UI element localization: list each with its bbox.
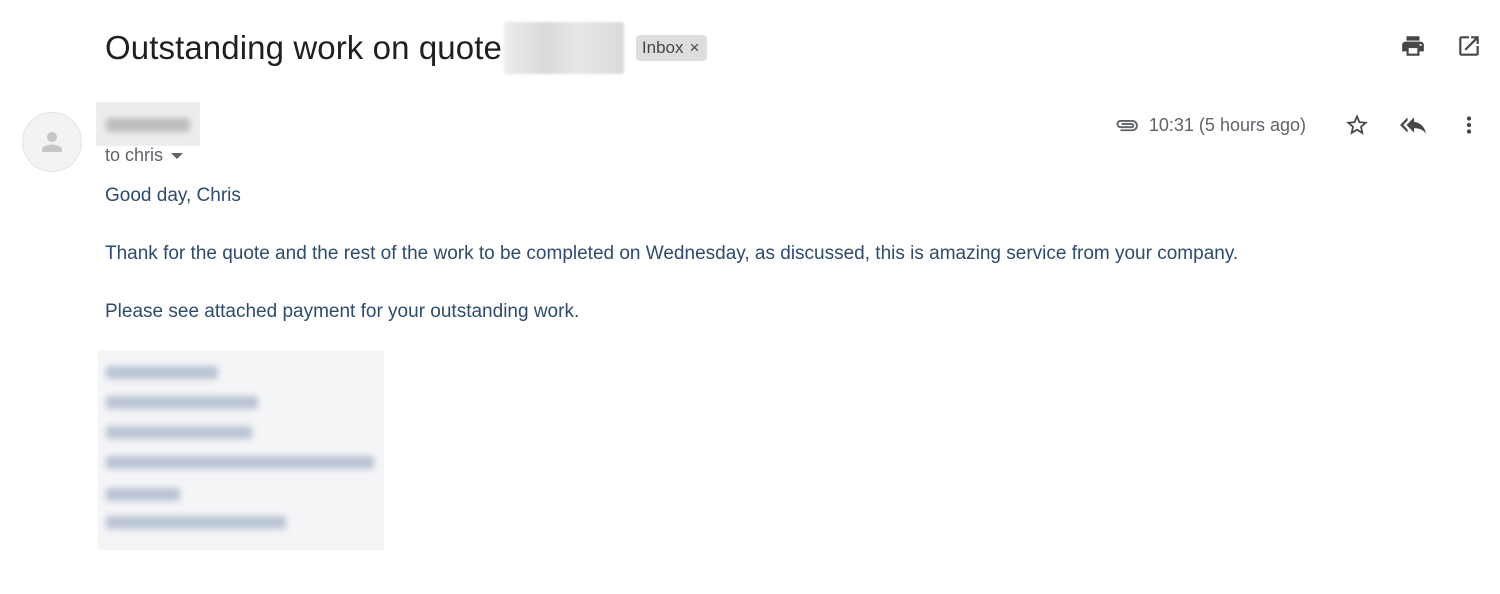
thread-actions	[1400, 33, 1482, 59]
message-time: 10:31 (5 hours ago)	[1148, 114, 1306, 135]
sender-avatar[interactable]	[22, 112, 82, 172]
recipient-line: to chris	[105, 145, 164, 165]
body-paragraph-1: Thank for the quote and the rest of the …	[105, 243, 1239, 264]
recipient-details-toggle[interactable]: to chris	[105, 145, 184, 166]
redacted-quote-number	[503, 22, 624, 74]
print-icon[interactable]	[1400, 33, 1426, 59]
more-vertical-icon[interactable]	[1456, 112, 1482, 138]
message-meta: 10:31 (5 hours ago)	[1113, 111, 1482, 139]
paperclip-icon	[1116, 119, 1138, 132]
redacted-sender-name	[96, 102, 200, 146]
chevron-down-icon	[171, 152, 184, 159]
label-text: Inbox	[641, 38, 684, 57]
star-icon[interactable]	[1344, 112, 1370, 138]
person-icon	[42, 132, 62, 152]
inbox-label-chip[interactable]: Inbox ×	[635, 35, 708, 61]
reply-all-icon[interactable]	[1400, 112, 1426, 138]
open-in-new-window-icon[interactable]	[1456, 33, 1482, 59]
body-paragraph-2: Please see attached payment for your out…	[105, 301, 580, 322]
email-subject: Outstanding work on quote	[105, 29, 502, 66]
remove-label-button[interactable]: ×	[690, 38, 700, 58]
redacted-signature	[98, 350, 384, 550]
subject-row: Outstanding work on quote Inbox ×	[105, 22, 708, 74]
greeting-text: Good day, Chris	[105, 185, 241, 206]
